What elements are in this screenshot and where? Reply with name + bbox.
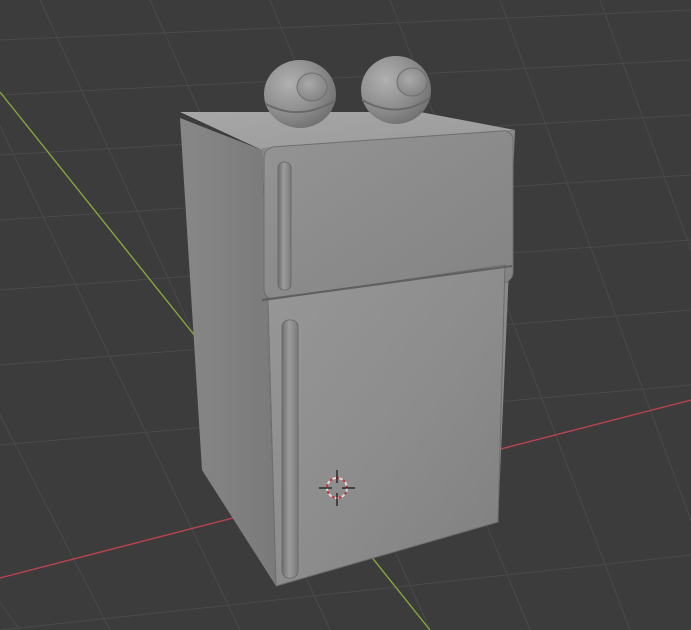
fridge-side-face: [180, 118, 276, 586]
eyeball-left[interactable]: [264, 60, 337, 128]
eyeball-right[interactable]: [361, 56, 431, 124]
3d-viewport[interactable]: [0, 0, 691, 630]
fridge-door[interactable]: [267, 264, 506, 587]
refrigerator[interactable]: [180, 112, 515, 587]
fridge-handle[interactable]: [281, 319, 299, 579]
freezer-handle[interactable]: [277, 161, 292, 291]
viewport-canvas[interactable]: [0, 0, 691, 630]
